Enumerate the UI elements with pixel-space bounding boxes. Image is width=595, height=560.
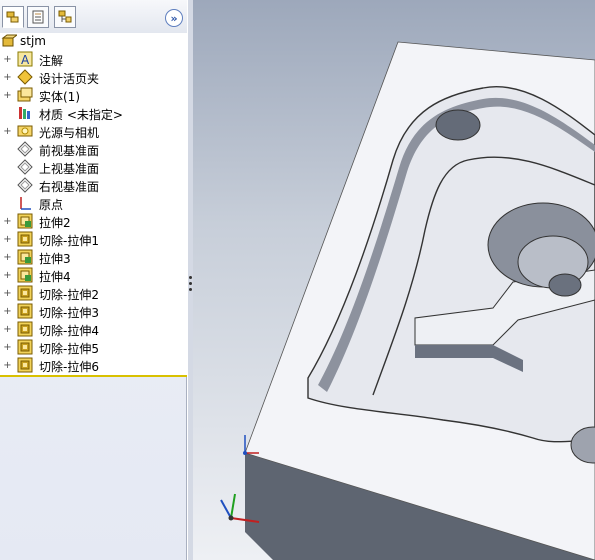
- counterbore-hole: [548, 273, 582, 297]
- expand-toggle-icon[interactable]: +: [3, 343, 12, 353]
- expand-toggle-icon[interactable]: +: [3, 271, 12, 281]
- configuration-manager-tab[interactable]: [54, 6, 76, 28]
- tree-item[interactable]: + 光源与相机: [0, 123, 187, 140]
- feature-tree-tab[interactable]: [2, 6, 24, 28]
- expand-toggle-icon[interactable]: +: [3, 325, 12, 335]
- tree-root-item[interactable]: stjm: [0, 33, 187, 50]
- feature-tree-icon: [6, 11, 19, 23]
- material-icon: [17, 105, 33, 121]
- design-binder-icon: [17, 69, 33, 85]
- extrude-icon: [17, 213, 33, 229]
- property-sheet-icon: [32, 10, 44, 24]
- feature-tree: stjm + A 注解 + 设计活页夹 + 实体(1) 材质 <未指定> + 光源与相机前视基准面上…: [0, 33, 187, 377]
- tree-item[interactable]: + 切除-拉伸2: [0, 285, 187, 302]
- tree-root-label: stjm: [20, 34, 46, 48]
- cut-extrude-icon: [17, 285, 33, 301]
- cut-extrude-icon: [17, 321, 33, 337]
- tree-item-label: 切除-拉伸5: [39, 342, 99, 356]
- small-hole: [435, 109, 481, 141]
- expand-toggle-icon[interactable]: +: [3, 307, 12, 317]
- extrude-icon: [17, 249, 33, 265]
- tree-item[interactable]: + 拉伸2: [0, 213, 187, 230]
- svg-text:A: A: [21, 53, 30, 67]
- tree-item[interactable]: + A 注解: [0, 51, 187, 68]
- tree-item[interactable]: 前视基准面: [0, 141, 187, 158]
- tree-item-label: 原点: [39, 198, 64, 212]
- expand-toggle-icon[interactable]: +: [3, 253, 12, 263]
- splitter-grip-dot: [189, 282, 192, 285]
- tree-item[interactable]: 原点: [0, 195, 187, 212]
- tree-item[interactable]: 右视基准面: [0, 177, 187, 194]
- cut-extrude-icon: [17, 303, 33, 319]
- cut-extrude-icon: [17, 357, 33, 373]
- expand-toggle-icon[interactable]: +: [3, 127, 12, 137]
- cut-extrude-icon: [17, 339, 33, 355]
- lights-cameras-icon: [17, 123, 33, 139]
- plane-icon: [17, 177, 33, 193]
- tree-item-label: 切除-拉伸6: [39, 360, 99, 374]
- tree-item[interactable]: + 切除-拉伸4: [0, 321, 187, 338]
- tree-item-label: 前视基准面: [39, 144, 100, 158]
- tree-item[interactable]: + 拉伸4: [0, 267, 187, 284]
- splitter-grip-dot: [189, 276, 192, 279]
- tree-item[interactable]: + 拉伸3: [0, 249, 187, 266]
- model-view[interactable]: [193, 0, 595, 560]
- tree-item[interactable]: + 切除-拉伸6: [0, 357, 187, 374]
- graphics-viewport[interactable]: [193, 0, 595, 560]
- tree-item-label: 设计活页夹: [39, 72, 100, 86]
- tree-item[interactable]: 材质 <未指定>: [0, 105, 187, 122]
- splitter-grip-dot: [189, 288, 192, 291]
- tree-item[interactable]: + 切除-拉伸5: [0, 339, 187, 356]
- feature-manager-panel: » stjm + A 注解 + 设计活页夹 + 实体(1) 材质 <未指定> + 光源与相机前视基准…: [0, 0, 187, 560]
- extrude-icon: [17, 267, 33, 283]
- tree-item-label: 实体(1): [39, 90, 80, 104]
- expand-toggle-icon[interactable]: +: [3, 235, 12, 245]
- tree-item-label: 切除-拉伸2: [39, 288, 99, 302]
- tree-item-label: 切除-拉伸1: [39, 234, 99, 248]
- tree-item-label: 注解: [39, 54, 64, 68]
- expand-panel-button[interactable]: »: [165, 9, 183, 27]
- tree-item-label: 材质 <未指定>: [39, 108, 123, 122]
- tree-item-label: 拉伸4: [39, 270, 71, 284]
- annotation-icon: A: [17, 51, 33, 67]
- expand-toggle-icon[interactable]: +: [3, 55, 12, 65]
- panel-tab-bar: »: [0, 0, 187, 34]
- plane-icon: [17, 141, 33, 157]
- expand-toggle-icon[interactable]: +: [3, 217, 12, 227]
- expand-toggle-icon[interactable]: +: [3, 73, 12, 83]
- tree-item[interactable]: + 设计活页夹: [0, 69, 187, 86]
- tree-item[interactable]: + 切除-拉伸3: [0, 303, 187, 320]
- solid-bodies-icon: [17, 87, 33, 103]
- tree-item-label: 拉伸3: [39, 252, 71, 266]
- cut-extrude-icon: [17, 231, 33, 247]
- origin-icon: [17, 195, 33, 211]
- expand-toggle-icon[interactable]: +: [3, 361, 12, 371]
- property-manager-tab[interactable]: [27, 6, 49, 28]
- tree-item-label: 右视基准面: [39, 180, 100, 194]
- tree-item[interactable]: 上视基准面: [0, 159, 187, 176]
- tree-item[interactable]: + 实体(1): [0, 87, 187, 104]
- tree-item-label: 切除-拉伸4: [39, 324, 99, 338]
- tree-item[interactable]: + 切除-拉伸1: [0, 231, 187, 248]
- expand-toggle-icon[interactable]: +: [3, 91, 12, 101]
- tree-item-label: 拉伸2: [39, 216, 71, 230]
- tree-item-label: 切除-拉伸3: [39, 306, 99, 320]
- part-icon: [1, 33, 19, 49]
- plane-icon: [17, 159, 33, 175]
- expand-toggle-icon[interactable]: +: [3, 289, 12, 299]
- tree-item-label: 上视基准面: [39, 162, 100, 176]
- tree-item-label: 光源与相机: [39, 126, 100, 140]
- configuration-icon: [58, 10, 72, 23]
